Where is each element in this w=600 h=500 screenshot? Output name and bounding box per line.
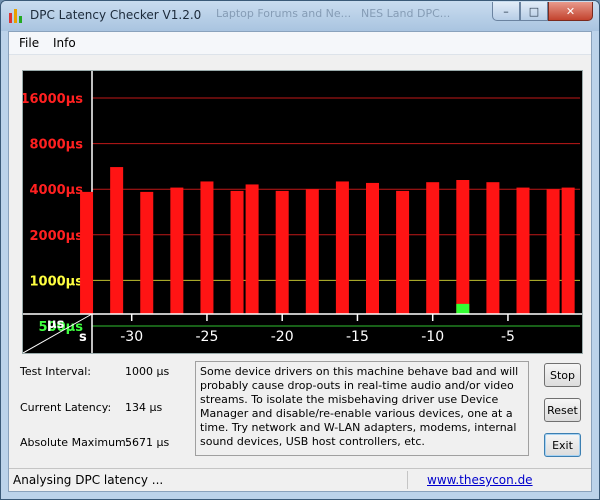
current-latency-value: 134 µs	[125, 401, 163, 414]
bar-series0-9	[335, 181, 349, 314]
message-text-box: Some device drivers on this machine beha…	[195, 361, 529, 456]
x-tick-label: -30	[120, 329, 143, 345]
bar-series0-10	[366, 182, 379, 314]
y-tick-label: 1000µs	[30, 274, 84, 289]
y-tick-label: 16000µs	[23, 92, 83, 107]
bar-series0-5	[230, 190, 244, 314]
status-bar: Analysing DPC latency ... www.thesycon.d…	[9, 468, 591, 491]
reset-button[interactable]: Reset	[544, 398, 581, 422]
x-tick-label: -15	[346, 329, 369, 345]
background-tab-1: Laptop Forums and Ne...	[216, 7, 352, 20]
bar-series0-2	[140, 191, 154, 314]
exit-button[interactable]: Exit	[544, 433, 581, 457]
minimize-button[interactable]: –	[492, 2, 520, 21]
bar-series0-7	[275, 190, 289, 314]
window-controls: – □ ✕	[492, 2, 593, 21]
title-bar[interactable]: DPC Latency Checker V1.2.0 Laptop Forums…	[1, 1, 599, 31]
bar-series0-8	[305, 189, 319, 314]
current-latency-label: Current Latency:	[20, 401, 112, 414]
x-tick-label: -25	[196, 329, 219, 345]
background-tab-2: NES Land DPC...	[361, 7, 451, 20]
menu-bar: File Info	[9, 32, 591, 55]
bar-series0-16	[546, 189, 560, 314]
x-tick-label: -5	[501, 329, 515, 345]
latency-chart: 16000µs 8000µs 4000µs 2000µs 1000µs 500µs µs s -…	[22, 70, 583, 354]
absolute-maximum-value: 5671 µs	[125, 436, 170, 449]
bar-series0-0	[80, 191, 94, 314]
maximize-button[interactable]: □	[520, 2, 548, 21]
stop-button[interactable]: Stop	[544, 363, 581, 387]
client-area: File Info 16000µs 8000µs 4000µs 2000µs 1000µ…	[8, 31, 592, 492]
absolute-maximum-label: Absolute Maximum:	[20, 436, 130, 449]
status-text: Analysing DPC latency ...	[13, 473, 164, 487]
latency-chart-svg: 16000µs8000µs4000µs2000µs1000µs500µsµss -…	[23, 71, 582, 353]
close-button[interactable]: ✕	[548, 2, 593, 21]
menu-file[interactable]: File	[19, 36, 39, 50]
bar-series0-3	[170, 187, 184, 314]
bar-series0-17	[561, 187, 575, 314]
y-tick-label: 8000µs	[30, 138, 84, 153]
bar-series0-11	[396, 190, 410, 314]
bar-series0-6	[245, 184, 259, 314]
x-axis-unit-label: s	[79, 330, 87, 345]
bar-series0-15	[516, 187, 530, 314]
y-tick-label: 4000µs	[30, 183, 84, 198]
bar-series0-14	[486, 182, 500, 314]
y-tick-label: 2000µs	[30, 229, 84, 244]
bar-series0-13	[456, 180, 470, 314]
bar-series0-4	[200, 181, 214, 314]
window-title: DPC Latency Checker V1.2.0	[30, 8, 202, 22]
menu-info[interactable]: Info	[53, 36, 76, 50]
x-tick-label: -10	[421, 329, 444, 345]
bar-series0-12	[426, 182, 440, 314]
test-interval-value: 1000 µs	[125, 365, 170, 378]
app-window: DPC Latency Checker V1.2.0 Laptop Forums…	[0, 0, 600, 500]
test-interval-label: Test Interval:	[20, 365, 91, 378]
x-tick-label: -20	[271, 329, 294, 345]
bar-series1-13	[456, 303, 470, 314]
bar-series0-1	[110, 167, 124, 314]
app-icon	[8, 8, 24, 24]
y-axis-unit-label: µs	[47, 317, 65, 332]
website-link[interactable]: www.thesycon.de	[427, 473, 533, 487]
status-separator	[407, 471, 408, 489]
